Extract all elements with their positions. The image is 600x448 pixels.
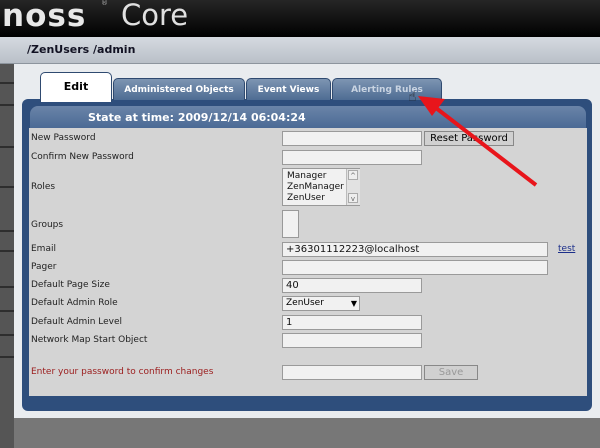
scroll-down-icon[interactable]: v bbox=[348, 193, 358, 203]
page-size-input[interactable]: 40 bbox=[282, 278, 422, 293]
admin-role-value: ZenUser bbox=[286, 298, 324, 308]
tab-alerting-rules[interactable]: Alerting Rules bbox=[332, 78, 442, 100]
footer-strip bbox=[14, 418, 600, 448]
confirm-password-label: Confirm New Password bbox=[31, 152, 134, 162]
mouse-cursor-icon: ☝ bbox=[408, 89, 417, 105]
groups-listbox[interactable] bbox=[282, 210, 299, 238]
new-password-input[interactable] bbox=[282, 131, 422, 146]
pager-input[interactable] bbox=[282, 260, 548, 275]
confirm-changes-prompt: Enter your password to confirm changes bbox=[31, 367, 214, 377]
tab-event-views[interactable]: Event Views bbox=[246, 78, 331, 100]
trademark-mark: ® bbox=[101, 0, 108, 7]
roles-listbox[interactable]: Manager ZenManager ZenUser ^ v bbox=[282, 168, 360, 206]
tab-administered-objects[interactable]: Administered Objects bbox=[113, 78, 245, 100]
sidebar-divider bbox=[0, 286, 14, 288]
state-timestamp: State at time: 2009/12/14 06:04:24 bbox=[88, 111, 306, 124]
save-button[interactable]: Save bbox=[424, 365, 478, 380]
sidebar-divider bbox=[0, 356, 14, 358]
reset-password-button[interactable]: Reset Password bbox=[424, 131, 514, 146]
admin-role-select[interactable]: ZenUser ▼ bbox=[282, 296, 360, 311]
netmap-label: Network Map Start Object bbox=[31, 335, 148, 345]
netmap-start-input[interactable] bbox=[282, 333, 422, 348]
sidebar-divider bbox=[0, 310, 14, 312]
new-password-label: New Password bbox=[31, 133, 96, 143]
groups-label: Groups bbox=[31, 220, 64, 230]
sidebar-divider bbox=[0, 104, 14, 106]
role-option[interactable]: ZenUser bbox=[287, 193, 325, 203]
test-email-link[interactable]: test bbox=[558, 244, 575, 254]
admin-level-input[interactable]: 1 bbox=[282, 315, 422, 330]
pager-label: Pager bbox=[31, 262, 57, 272]
roles-scrollbar[interactable]: ^ v bbox=[346, 169, 360, 205]
sidebar-divider bbox=[0, 82, 14, 84]
page-size-label: Default Page Size bbox=[31, 280, 110, 290]
zenoss-logo: noss bbox=[2, 0, 87, 34]
sidebar-divider bbox=[0, 186, 14, 188]
breadcrumb[interactable]: /ZenUsers /admin bbox=[27, 43, 135, 56]
tab-bar: Edit Administered Objects Event Views Al… bbox=[22, 72, 592, 102]
top-header-bar: noss ® Core bbox=[0, 0, 600, 37]
admin-level-label: Default Admin Level bbox=[31, 317, 123, 327]
tab-edit[interactable]: Edit bbox=[40, 72, 112, 102]
core-logo-text: Core bbox=[121, 0, 189, 32]
role-option[interactable]: Manager bbox=[287, 171, 326, 181]
confirm-password-input[interactable] bbox=[282, 150, 422, 165]
sidebar-divider bbox=[0, 334, 14, 336]
admin-role-label: Default Admin Role bbox=[31, 298, 118, 308]
sidebar-divider bbox=[0, 250, 14, 252]
sidebar-divider bbox=[0, 146, 14, 148]
chevron-down-icon: ▼ bbox=[350, 299, 357, 308]
email-input[interactable]: +36301112223@localhost bbox=[282, 242, 548, 257]
scroll-up-icon[interactable]: ^ bbox=[348, 170, 358, 180]
confirm-password-field[interactable] bbox=[282, 365, 422, 380]
email-label: Email bbox=[31, 244, 56, 254]
role-option[interactable]: ZenManager bbox=[287, 182, 344, 192]
sidebar-divider bbox=[0, 230, 14, 232]
left-sidebar-strip bbox=[0, 64, 14, 448]
roles-label: Roles bbox=[31, 182, 56, 192]
